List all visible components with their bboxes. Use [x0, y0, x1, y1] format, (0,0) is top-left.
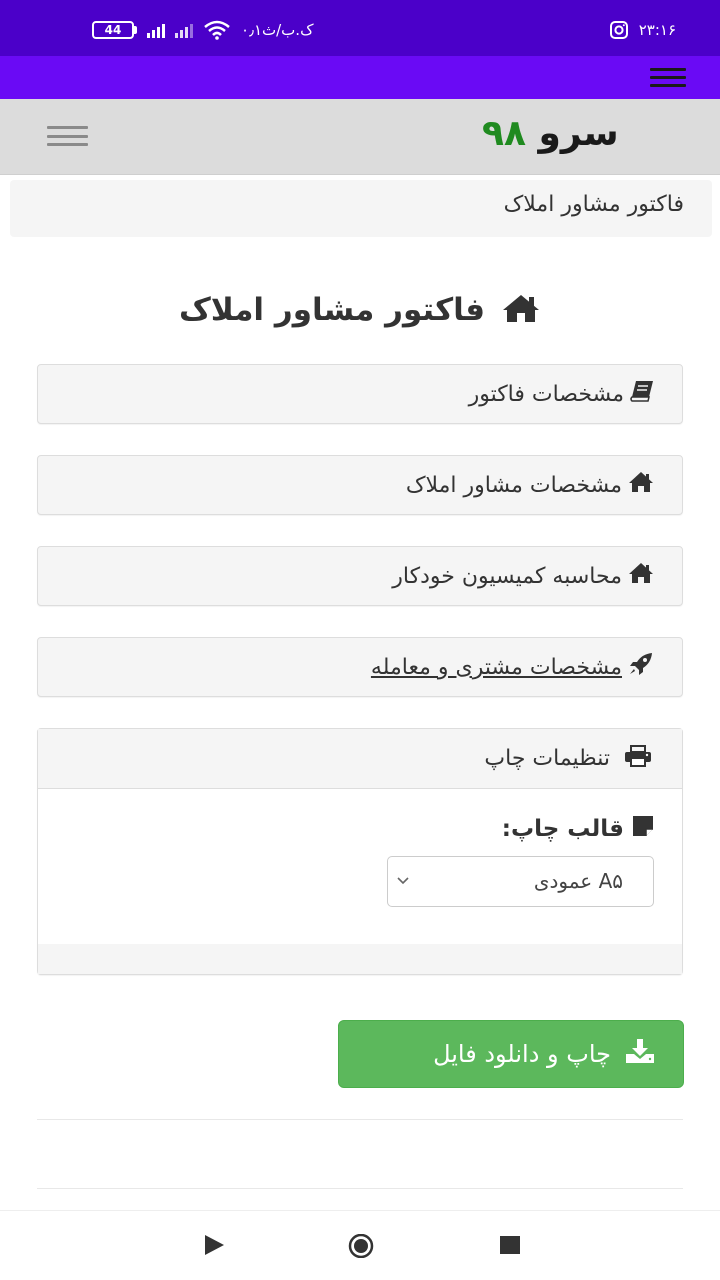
home-icon [628, 471, 654, 499]
data-speed: ۰٫۱ک.ب/ث [241, 21, 314, 39]
app-bar [0, 56, 720, 99]
home-icon [501, 292, 541, 332]
panel-print-settings: تنظیمات چاپ قالب چاپ: A۵ عمودی [37, 728, 683, 975]
system-nav-bar [0, 1210, 720, 1280]
recents-icon[interactable] [499, 1234, 521, 1256]
print-download-button[interactable]: چاپ و دانلود فایل [338, 1020, 684, 1088]
sticky-note-icon [632, 815, 654, 843]
panel-label: مشخصات مشتری و معامله [370, 654, 622, 680]
status-left: 44 ۰٫۱ک.ب/ث [92, 20, 314, 40]
print-template-label-text: قالب چاپ: [501, 816, 624, 842]
battery-icon: 44 [92, 21, 137, 39]
panel-heading[interactable]: محاسبه کمیسیون خودکار [38, 547, 682, 605]
panel-heading[interactable]: تنظیمات چاپ [38, 729, 682, 789]
divider [37, 1188, 683, 1189]
chevron-down-icon [397, 877, 409, 885]
download-icon [625, 1038, 655, 1070]
panel-heading[interactable]: مشخصات مشتری و معامله [38, 638, 682, 696]
page-title: فاکتور مشاور املاک [0, 292, 720, 332]
panel-label: محاسبه کمیسیون خودکار [392, 563, 622, 589]
site-logo[interactable]: سرو ۹۸ [482, 113, 619, 154]
back-icon[interactable] [203, 1234, 225, 1256]
print-template-label: قالب چاپ: [502, 815, 654, 843]
breadcrumb-current: فاکتور مشاور املاک [503, 192, 684, 217]
logo-text: سرو [538, 113, 619, 154]
print-download-label: چاپ و دانلود فایل [433, 1040, 611, 1068]
signal-icon-2 [175, 22, 193, 38]
site-menu-icon[interactable] [47, 126, 88, 146]
instagram-icon [609, 21, 628, 39]
site-header: سرو ۹۸ [0, 99, 720, 175]
panel-label: تنظیمات چاپ [484, 746, 610, 771]
home-icon [628, 562, 654, 590]
signal-icon [147, 22, 165, 38]
panel-heading[interactable]: مشخصات مشاور املاک [38, 456, 682, 514]
panel-label: مشخصات مشاور املاک [405, 472, 622, 498]
home-button-icon[interactable] [344, 1234, 378, 1258]
panel-heading[interactable]: مشخصات فاکتور [38, 365, 682, 423]
status-bar: 44 ۰٫۱ک.ب/ث ۲۳:۱۶ [0, 0, 720, 56]
wifi-icon [204, 20, 230, 40]
menu-icon[interactable] [650, 68, 686, 87]
divider [37, 1119, 683, 1120]
panel-customer-deal[interactable]: مشخصات مشتری و معامله [37, 637, 683, 697]
panel-label: مشخصات فاکتور [468, 381, 624, 407]
print-icon [624, 744, 652, 773]
panel-footer [38, 944, 682, 974]
book-icon [630, 380, 654, 408]
logo-number: ۹۸ [482, 113, 526, 154]
print-template-value: A۵ عمودی [533, 869, 623, 893]
panel-agent-details[interactable]: مشخصات مشاور املاک [37, 455, 683, 515]
battery-level: 44 [92, 21, 134, 39]
panel-commission[interactable]: محاسبه کمیسیون خودکار [37, 546, 683, 606]
breadcrumb: فاکتور مشاور املاک [10, 180, 712, 237]
clock: ۲۳:۱۶ [638, 21, 676, 39]
panel-invoice-details[interactable]: مشخصات فاکتور [37, 364, 683, 424]
page-title-text: فاکتور مشاور املاک [178, 292, 486, 328]
print-template-select[interactable]: A۵ عمودی [387, 856, 654, 907]
status-right: ۲۳:۱۶ [609, 20, 676, 40]
rocket-icon [628, 652, 654, 682]
